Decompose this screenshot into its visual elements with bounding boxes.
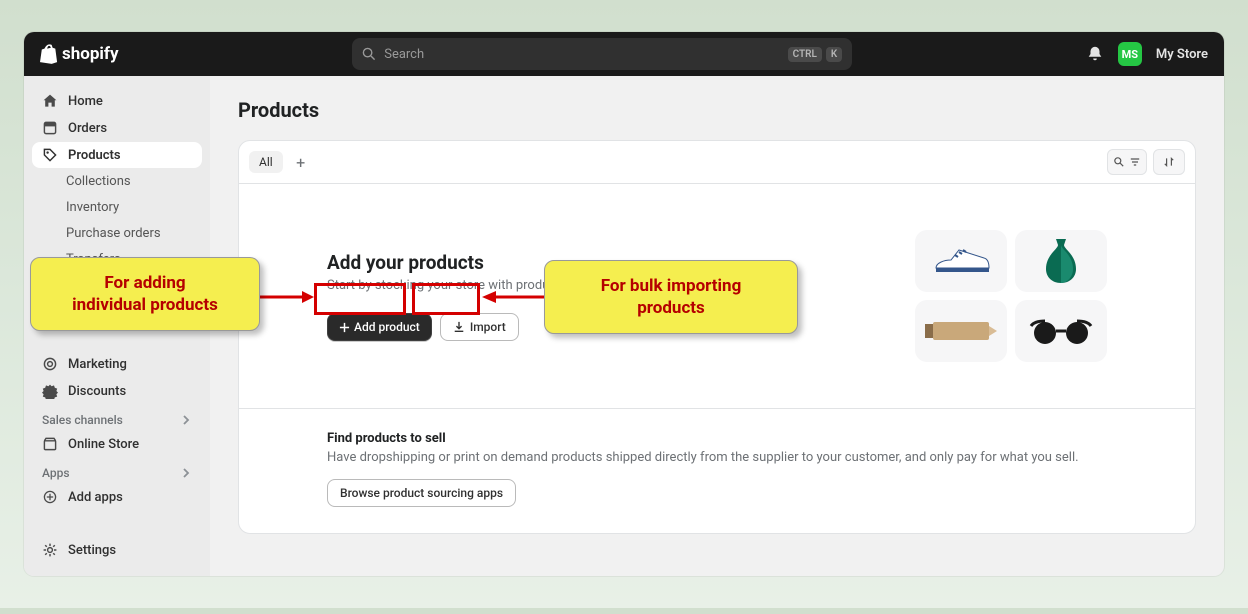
plus-icon — [339, 322, 350, 333]
add-product-button[interactable]: Add product — [327, 313, 432, 341]
sidebar-item-orders[interactable]: Orders — [32, 115, 202, 141]
sidebar-item-add-apps[interactable]: Add apps — [32, 484, 202, 510]
sort-button[interactable] — [1153, 149, 1185, 175]
callout-bulk-import: For bulk importing products — [544, 260, 798, 334]
import-icon — [453, 321, 465, 333]
sidebar-item-collections[interactable]: Collections — [32, 169, 202, 194]
sidebar-item-products[interactable]: Products — [32, 142, 202, 168]
shopify-bag-icon — [40, 44, 58, 64]
tab-add-button[interactable]: + — [289, 153, 313, 172]
tube-icon — [925, 320, 997, 342]
filter-icon — [1129, 156, 1141, 168]
chevron-right-icon[interactable] — [180, 467, 192, 479]
sidebar-section-sales-channels: Sales channels — [32, 405, 202, 431]
vase-icon — [1044, 237, 1078, 285]
arrow-right — [482, 287, 544, 307]
notifications-icon[interactable] — [1086, 45, 1104, 63]
topbar: shopify Search CTRL K MS My Store — [24, 32, 1224, 76]
home-icon — [42, 93, 58, 109]
chevron-right-icon[interactable] — [180, 414, 192, 426]
products-card: All + Add your products — [238, 140, 1196, 534]
tab-all[interactable]: All — [249, 151, 283, 173]
shopify-logo[interactable]: shopify — [40, 44, 119, 64]
sunglasses-icon — [1027, 318, 1095, 344]
sidebar-label: Orders — [68, 121, 107, 136]
search-filter-button[interactable] — [1107, 149, 1147, 175]
tile-sunglasses — [1015, 300, 1107, 362]
search-input[interactable]: Search CTRL K — [352, 38, 852, 70]
sort-icon — [1163, 156, 1175, 168]
sidebar-label: Home — [68, 94, 103, 109]
store-name[interactable]: My Store — [1156, 47, 1208, 62]
callout-add-individual: For adding individual products — [30, 257, 260, 331]
search-icon — [1113, 156, 1125, 168]
sidebar-label: Marketing — [68, 357, 127, 372]
sidebar-item-home[interactable]: Home — [32, 88, 202, 114]
search-placeholder: Search — [384, 47, 424, 62]
sidebar-item-online-store[interactable]: Online Store — [32, 431, 202, 457]
sidebar-label: Online Store — [68, 437, 139, 452]
plus-circle-icon — [42, 489, 58, 505]
sidebar-label: Products — [68, 148, 121, 163]
sidebar-item-settings[interactable]: Settings — [32, 537, 202, 563]
search-icon — [362, 47, 376, 61]
find-products-title: Find products to sell — [327, 431, 1107, 446]
sneaker-icon — [931, 243, 991, 279]
arrow-left — [260, 287, 314, 307]
kbd-ctrl: CTRL — [788, 47, 822, 62]
tabs-bar: All + — [239, 141, 1195, 184]
sidebar-item-inventory[interactable]: Inventory — [32, 195, 202, 220]
tile-sneaker — [915, 230, 1007, 292]
sidebar-label: Discounts — [68, 384, 126, 399]
sidebar-label: Settings — [68, 543, 116, 558]
avatar[interactable]: MS — [1118, 42, 1142, 66]
gear-icon — [42, 542, 58, 558]
products-icon — [42, 147, 58, 163]
store-icon — [42, 436, 58, 452]
sidebar-label: Add apps — [68, 490, 123, 505]
tile-tube — [915, 300, 1007, 362]
page-title: Products — [238, 98, 1196, 122]
sidebar-item-purchase-orders[interactable]: Purchase orders — [32, 221, 202, 246]
marketing-icon — [42, 356, 58, 372]
import-button[interactable]: Import — [440, 313, 519, 341]
product-illustrations — [915, 230, 1107, 362]
tile-vase — [1015, 230, 1107, 292]
browse-sourcing-button[interactable]: Browse product sourcing apps — [327, 479, 516, 507]
sidebar-section-apps: Apps — [32, 458, 202, 484]
kbd-k: K — [826, 47, 842, 62]
discounts-icon — [42, 383, 58, 399]
sidebar-item-marketing[interactable]: Marketing — [32, 351, 202, 377]
brand-text: shopify — [62, 44, 119, 64]
find-products-desc: Have dropshipping or print on demand pro… — [327, 450, 1107, 465]
orders-icon — [42, 120, 58, 136]
sidebar-item-discounts[interactable]: Discounts — [32, 378, 202, 404]
